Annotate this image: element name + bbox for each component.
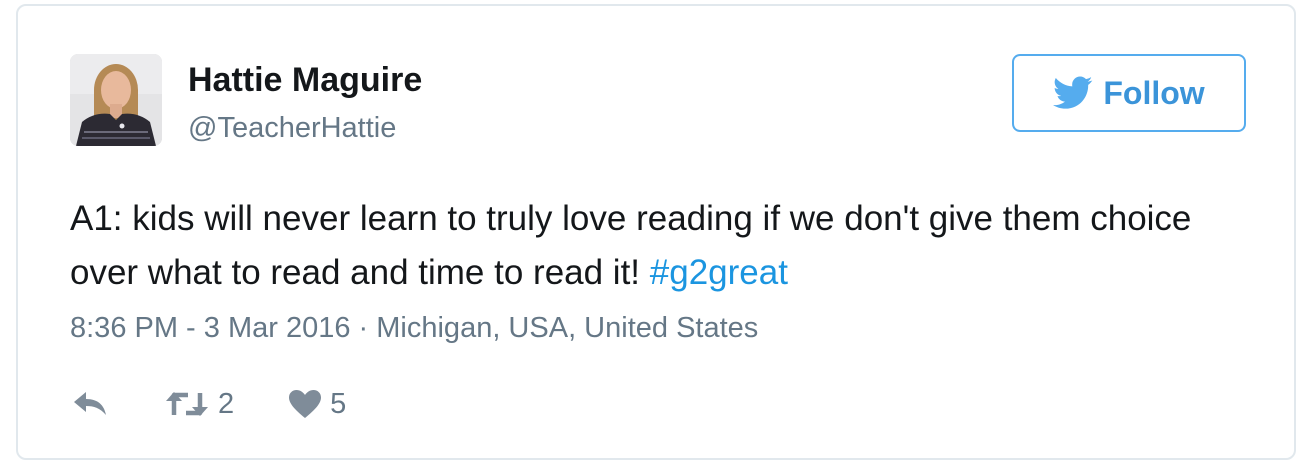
reply-icon	[74, 392, 106, 415]
like-button[interactable]: 5	[288, 388, 346, 421]
follow-label: Follow	[1103, 74, 1205, 111]
avatar-photo	[70, 54, 162, 146]
author-name[interactable]: Hattie Maguire	[188, 61, 422, 100]
reply-button[interactable]	[72, 389, 110, 419]
retweet-icon	[166, 392, 208, 416]
tweet-meta: 8:36 PM - 3 Mar 2016 · Michigan, USA, Un…	[70, 312, 758, 345]
tweet-actions: 2 5	[72, 382, 346, 426]
tweet-body: A1: kids will never learn to truly love …	[70, 199, 1192, 292]
hashtag-link[interactable]: #g2great	[650, 253, 788, 292]
meta-separator: ·	[350, 312, 377, 344]
author-handle[interactable]: @TeacherHattie	[188, 112, 396, 145]
tweet-text: A1: kids will never learn to truly love …	[70, 192, 1250, 300]
retweet-button[interactable]: 2	[164, 388, 234, 421]
tweet-card: Hattie Maguire @TeacherHattie Follow A1:…	[16, 4, 1296, 460]
location-link[interactable]: Michigan, USA, United States	[376, 312, 758, 344]
twitter-bird-icon	[1053, 76, 1093, 109]
avatar[interactable]	[70, 54, 162, 146]
timestamp-link[interactable]: 8:36 PM - 3 Mar 2016	[70, 312, 350, 344]
retweet-count: 2	[218, 387, 235, 420]
follow-button[interactable]: Follow	[1012, 54, 1246, 132]
like-count: 5	[330, 387, 347, 420]
heart-icon	[289, 390, 322, 418]
